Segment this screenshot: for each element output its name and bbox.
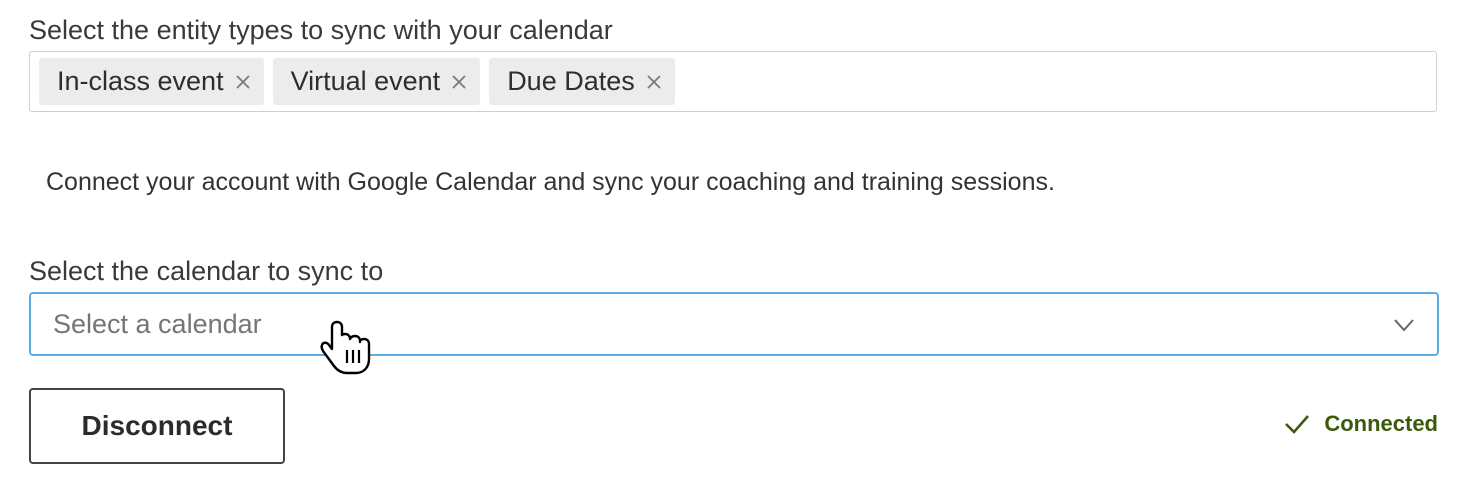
connection-status: Connected (1284, 411, 1438, 437)
tag-label: Virtual event (290, 66, 441, 96)
close-icon[interactable] (234, 73, 252, 91)
connection-status-label: Connected (1324, 411, 1438, 436)
connect-description: Connect your account with Google Calenda… (46, 168, 1055, 196)
tag-due-dates: Due Dates (489, 58, 675, 105)
calendar-select-placeholder: Select a calendar (53, 308, 262, 339)
disconnect-button[interactable]: Disconnect (29, 388, 285, 464)
tag-label: In-class event (57, 66, 224, 96)
entity-types-multiselect[interactable]: In-class event Virtual event Due Dates (29, 51, 1437, 112)
check-icon (1285, 415, 1310, 434)
chevron-down-icon[interactable] (1393, 314, 1415, 336)
tag-in-class-event: In-class event (39, 58, 264, 105)
calendar-select-label: Select the calendar to sync to (29, 256, 384, 286)
calendar-select[interactable]: Select a calendar (29, 292, 1439, 356)
tag-label: Due Dates (507, 66, 635, 96)
close-icon[interactable] (450, 73, 468, 91)
entity-types-label: Select the entity types to sync with you… (29, 15, 613, 45)
close-icon[interactable] (645, 73, 663, 91)
tag-virtual-event: Virtual event (272, 58, 481, 105)
